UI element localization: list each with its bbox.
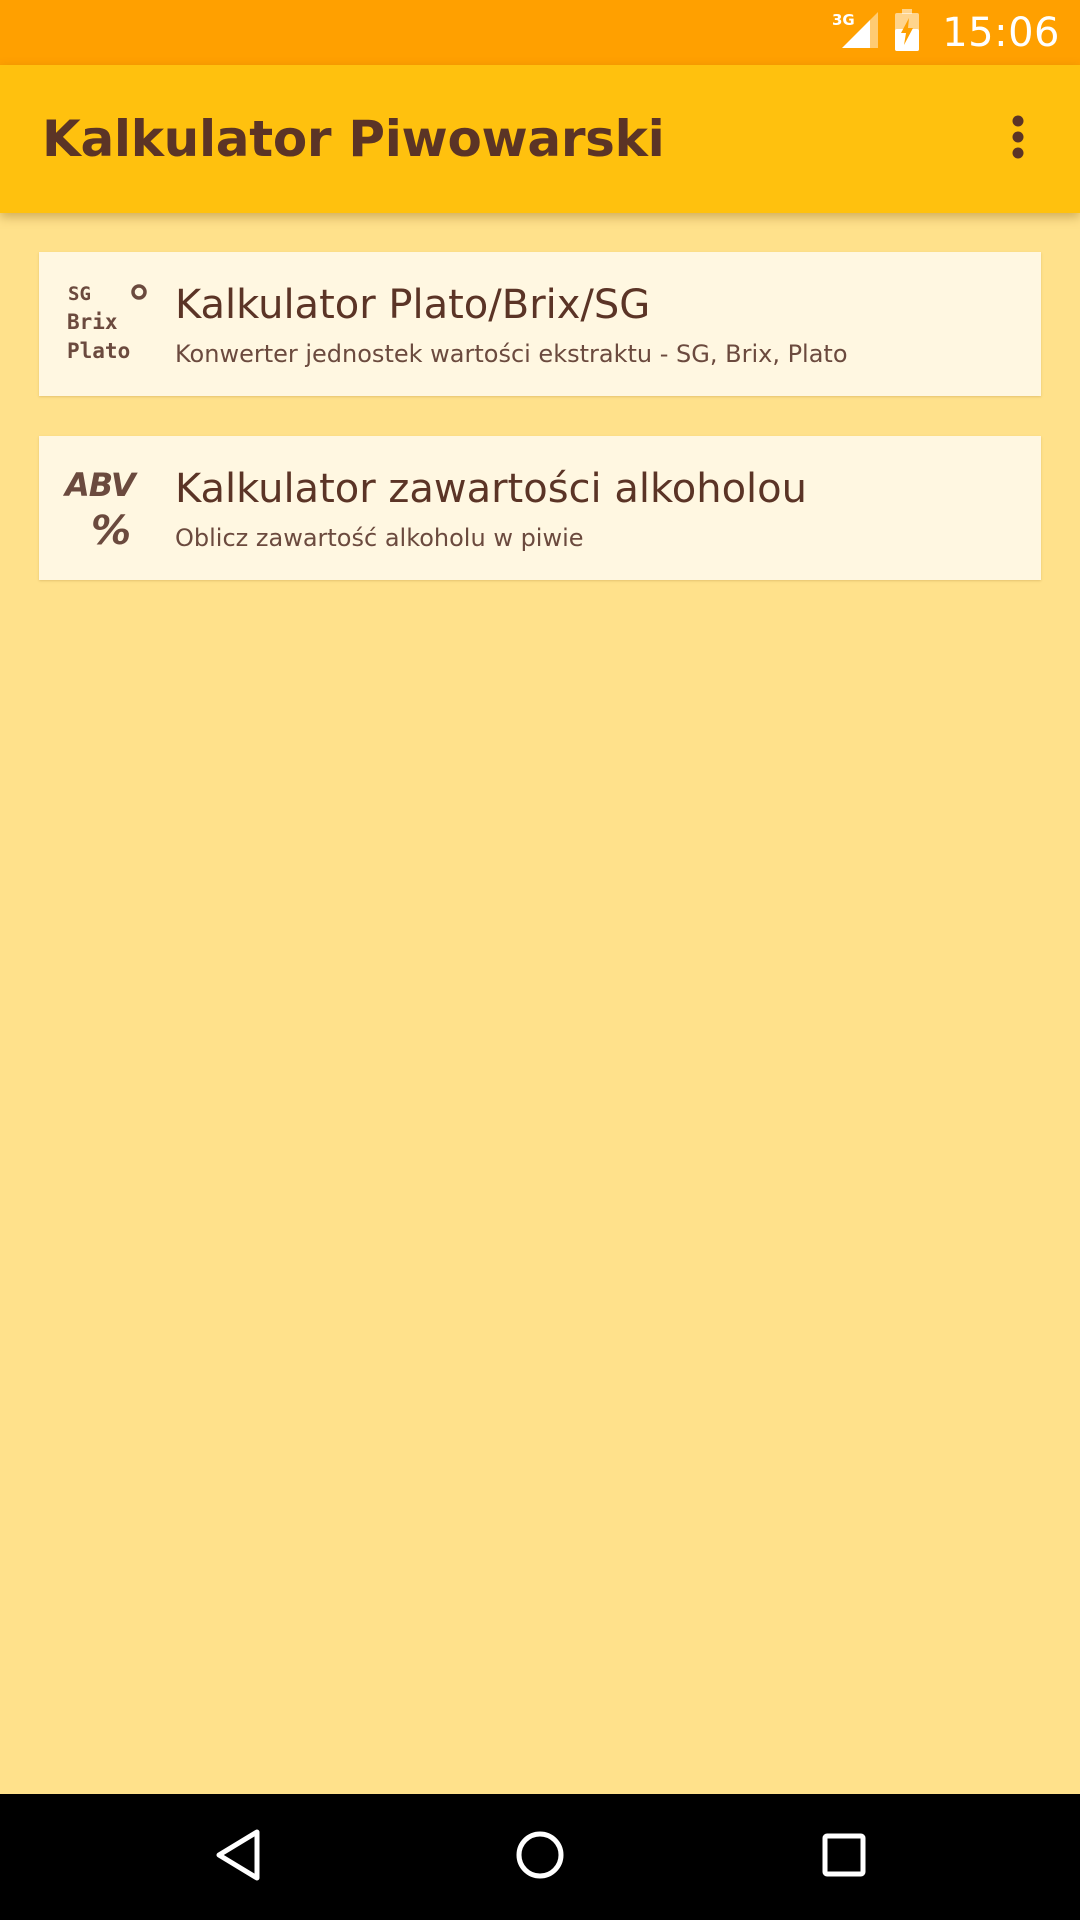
network-type-label: 3G	[832, 11, 855, 29]
back-button[interactable]	[198, 1822, 278, 1892]
status-time: 15:06	[942, 9, 1060, 56]
menu-item-plato-brix-sg[interactable]: SG Brix Plato Kalkulator Plato/Brix/SG K…	[39, 252, 1041, 396]
status-bar: 3G 15:06	[0, 0, 1080, 65]
icon-brix-label: Brix	[67, 310, 118, 334]
battery-charging-icon	[894, 9, 920, 56]
home-button[interactable]	[500, 1822, 580, 1892]
back-icon	[213, 1827, 263, 1888]
app-title: Kalkulator Piwowarski	[42, 110, 665, 168]
overflow-menu-button[interactable]	[982, 99, 1054, 179]
recents-icon	[819, 1830, 869, 1885]
icon-percent-label: %	[91, 508, 131, 552]
plato-brix-sg-icon: SG Brix Plato	[63, 282, 153, 368]
menu-item-subtitle: Oblicz zawartość alkoholu w piwie	[175, 524, 584, 552]
menu-item-title: Kalkulator Plato/Brix/SG	[175, 282, 651, 328]
menu-item-subtitle: Konwerter jednostek wartości ekstraktu -…	[175, 340, 848, 368]
menu-item-title: Kalkulator zawartości alkoholou	[175, 466, 807, 512]
recents-button[interactable]	[804, 1822, 884, 1892]
home-icon	[513, 1828, 567, 1887]
status-icons: 3G 15:06	[832, 0, 1060, 65]
icon-plato-label: Plato	[67, 339, 130, 363]
abv-percent-icon: ABV %	[62, 466, 153, 554]
menu-item-abv[interactable]: ABV % Kalkulator zawartości alkoholou Ob…	[39, 436, 1041, 580]
icon-sg-label: SG	[68, 283, 91, 305]
more-vert-icon	[1010, 114, 1026, 165]
app-bar: Kalkulator Piwowarski	[0, 65, 1080, 213]
navigation-bar	[0, 1794, 1080, 1920]
icon-abv-label: ABV	[63, 466, 138, 504]
signal-icon: 3G	[832, 10, 880, 55]
